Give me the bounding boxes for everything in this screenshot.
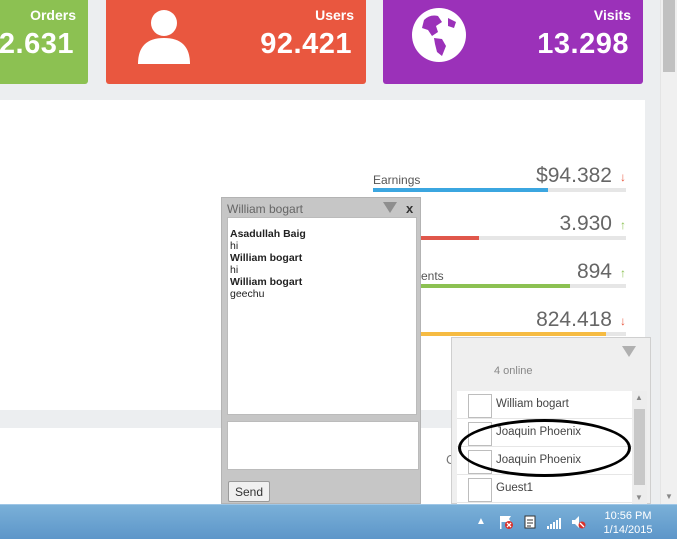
annotation-ellipse <box>458 419 631 477</box>
avatar <box>468 394 492 418</box>
send-button[interactable]: Send <box>228 481 271 502</box>
chat-title: William bogart <box>227 202 304 216</box>
message-text: hi <box>230 264 239 276</box>
user-icon <box>138 10 190 64</box>
trend-up-icon: ↑ <box>620 266 626 280</box>
flag-icon[interactable] <box>498 514 514 530</box>
close-icon[interactable]: x <box>406 201 413 216</box>
stat-value: 894 <box>576 260 612 283</box>
scroll-down-arrow-icon[interactable]: ▼ <box>635 493 643 502</box>
orders-value: 2.631 <box>0 28 74 60</box>
user-name: Guest1 <box>496 482 534 494</box>
minimize-icon[interactable] <box>622 346 636 357</box>
chat-log: Asadullah Baig hi William bogart hi Will… <box>227 217 417 415</box>
online-scroll-thumb[interactable] <box>634 409 645 485</box>
signal-icon[interactable] <box>546 514 562 530</box>
chat-window: William bogart x Asadullah Baig hi Willi… <box>221 197 421 504</box>
show-hidden-icons-icon[interactable]: ▲ <box>476 516 486 527</box>
users-label: Users <box>315 7 354 23</box>
stat-value: 824.418 <box>536 308 612 331</box>
message-sender: William bogart <box>230 276 303 288</box>
stat-value: 3.930 <box>559 212 612 235</box>
online-count: 4 online <box>494 365 533 377</box>
scroll-down-arrow-icon[interactable]: ▼ <box>665 492 673 501</box>
avatar <box>468 478 492 502</box>
trend-down-icon: ↓ <box>620 314 626 328</box>
users-tile[interactable]: Users 92.421 <box>106 0 366 84</box>
orders-tile[interactable]: Orders 2.631 <box>0 0 88 84</box>
stat-bar <box>373 188 548 192</box>
message-text: geechu <box>230 288 265 300</box>
globe-icon <box>412 8 466 62</box>
scroll-up-arrow-icon[interactable]: ▲ <box>635 393 643 402</box>
message-sender: William bogart <box>230 252 303 264</box>
message-sender: Asadullah Baig <box>230 228 306 240</box>
page-scrollbar[interactable]: ▼ <box>660 0 677 504</box>
list-item[interactable]: Guest1 <box>457 475 632 503</box>
trend-down-icon: ↓ <box>620 170 626 184</box>
online-list-scrollbar[interactable]: ▲ ▼ <box>632 391 647 504</box>
visits-label: Visits <box>593 7 631 23</box>
stat-value: $94.382 <box>536 164 612 187</box>
minimize-icon[interactable] <box>383 202 397 213</box>
notes-icon[interactable] <box>522 514 538 530</box>
clock-date: 1/14/2015 <box>603 524 653 536</box>
user-name: William bogart <box>496 398 569 410</box>
mute-icon[interactable] <box>570 514 586 530</box>
stat-label: Earnings <box>373 173 421 187</box>
clock-time: 10:56 PM <box>604 510 652 522</box>
trend-up-icon: ↑ <box>620 218 626 232</box>
page-scroll-thumb[interactable] <box>663 0 675 72</box>
stat-label: ents <box>421 269 444 283</box>
orders-label: Orders <box>30 7 76 23</box>
taskbar: ▲ 10:56 PM 1/14/2015 <box>0 504 677 539</box>
chat-message-input[interactable] <box>227 421 419 470</box>
users-value: 92.421 <box>260 28 352 60</box>
list-item[interactable]: William bogart <box>457 391 632 419</box>
message-text: hi <box>230 240 239 252</box>
visits-value: 13.298 <box>537 28 629 60</box>
system-clock[interactable]: 10:56 PM 1/14/2015 <box>593 509 663 537</box>
